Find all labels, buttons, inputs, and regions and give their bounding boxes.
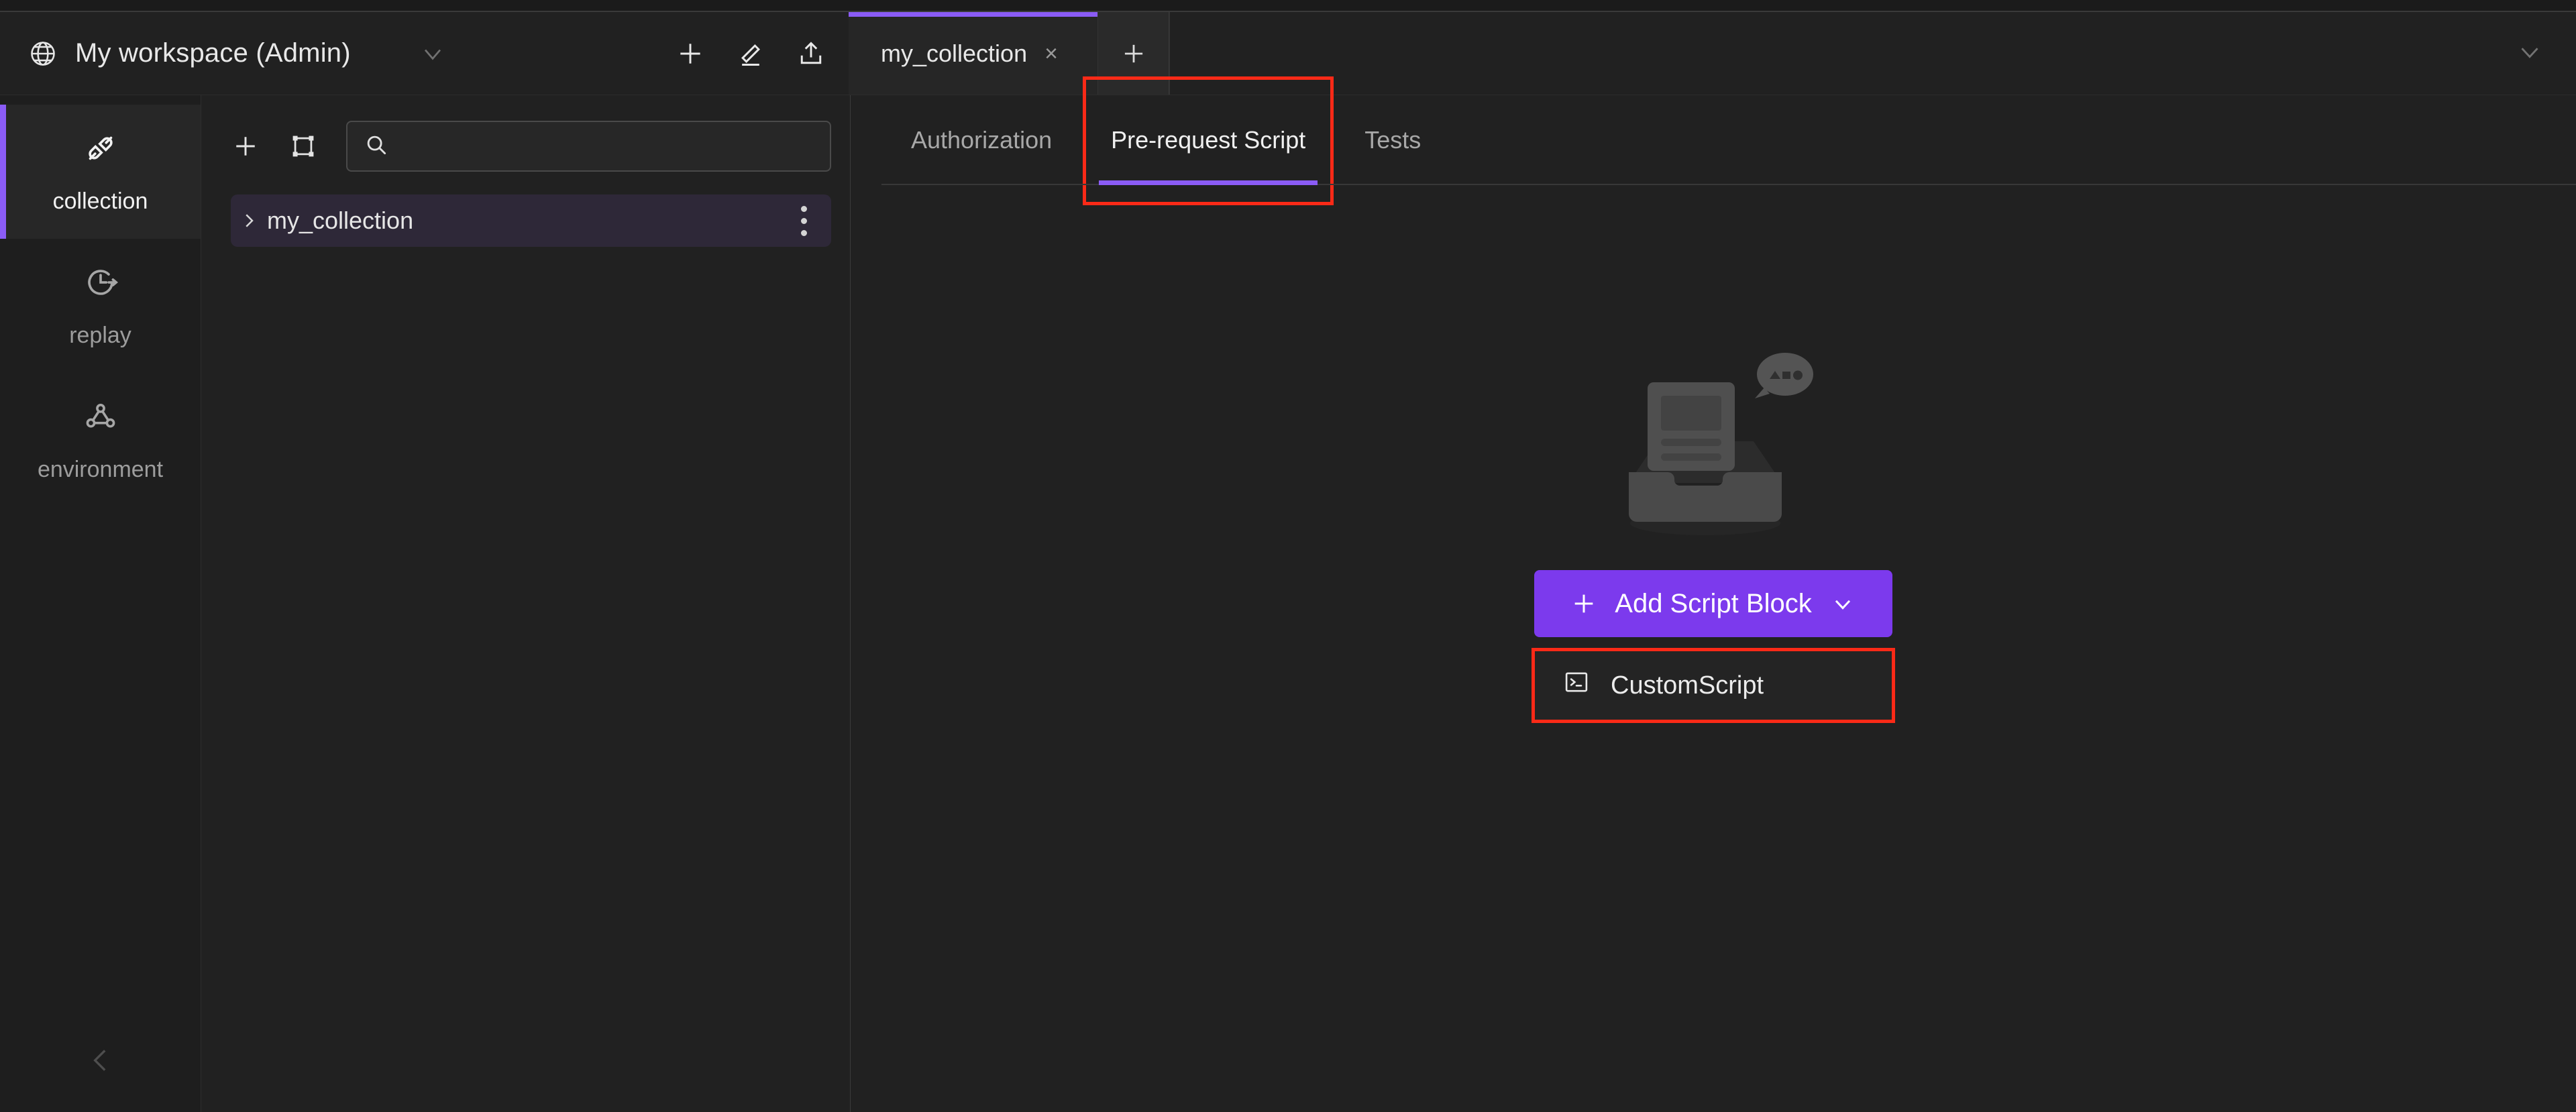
workspace-title: My workspace (Admin) — [75, 38, 351, 68]
tab-overflow-area — [1169, 12, 2576, 95]
active-tab-indicator — [1099, 180, 1318, 185]
terminal-icon — [1562, 668, 1591, 703]
tab-my_collection[interactable]: my_collection × — [849, 12, 1098, 95]
tree-item-label: my_collection — [267, 207, 414, 234]
tree-item-my_collection[interactable]: my_collection — [231, 194, 831, 247]
tab-tests[interactable]: Tests — [1335, 95, 1450, 185]
dropdown-item-customscript[interactable]: CustomScript — [1534, 651, 1892, 720]
add-script-block-button[interactable]: Add Script Block — [1534, 570, 1892, 637]
collection-toolbar — [201, 95, 850, 189]
search-icon — [364, 132, 389, 161]
title-bar — [0, 0, 2576, 11]
collection-tree: my_collection — [201, 189, 850, 247]
activity-rail: collection replay environment — [0, 95, 201, 1112]
chevron-left-icon — [84, 1044, 117, 1080]
app-body: collection replay environment my_collect… — [0, 76, 2576, 1112]
pencil-icon[interactable] — [736, 39, 765, 68]
add-script-block-label: Add Script Block — [1615, 588, 1812, 618]
main-content: Authorization Pre-request Script Tests A… — [851, 76, 2576, 1112]
upper-bar: My workspace (Admin) my_collection × — [0, 11, 2576, 95]
empty-state: Add Script Block CustomScript — [851, 185, 2576, 1112]
script-block-dropdown: CustomScript — [1532, 648, 1895, 723]
tab-label: my_collection — [881, 39, 1028, 67]
tab-label: Tests — [1364, 126, 1421, 154]
node-graph-icon — [81, 397, 120, 439]
collection-panel: my_collection — [201, 95, 851, 1112]
kebab-menu-icon[interactable] — [796, 199, 812, 243]
chevron-right-icon[interactable] — [231, 211, 267, 231]
history-clock-icon — [81, 263, 120, 305]
editor-tab-bar: my_collection × — [849, 11, 2576, 95]
search-box[interactable] — [346, 121, 831, 172]
add-collection-button[interactable] — [231, 131, 260, 161]
globe-icon — [28, 39, 58, 68]
tab-label: Authorization — [911, 126, 1053, 154]
chevron-down-icon[interactable] — [418, 39, 447, 68]
sidebar-item-label: replay — [69, 323, 131, 348]
close-icon[interactable]: × — [1044, 42, 1058, 65]
upload-icon[interactable] — [796, 39, 826, 68]
content-tabs: Authorization Pre-request Script Tests — [851, 76, 2576, 205]
chevron-down-icon — [1829, 590, 1856, 617]
rail-spacer — [0, 507, 201, 1011]
search-input[interactable] — [402, 133, 814, 159]
sidebar-item-label: environment — [37, 457, 164, 482]
sidebar-item-environment[interactable]: environment — [0, 373, 201, 507]
tab-pre-request-script[interactable]: Pre-request Script — [1081, 76, 1335, 205]
workspace-header: My workspace (Admin) — [0, 11, 849, 95]
document-in-tray-illustration — [1599, 341, 1827, 542]
workspace-actions — [676, 39, 826, 68]
chevron-down-icon[interactable] — [2514, 36, 2545, 70]
select-frame-icon[interactable] — [288, 131, 318, 161]
collapse-sidebar-button[interactable] — [0, 1011, 201, 1112]
plus-icon[interactable] — [676, 39, 705, 68]
tab-authorization[interactable]: Authorization — [881, 95, 1081, 185]
dropdown-item-label: CustomScript — [1611, 671, 1764, 700]
sidebar-item-label: collection — [52, 188, 148, 214]
app-window: My workspace (Admin) my_collection × col… — [0, 0, 2576, 1112]
plus-icon — [1570, 590, 1597, 617]
sidebar-item-collection[interactable]: collection — [0, 105, 201, 239]
sidebar-item-replay[interactable]: replay — [0, 239, 201, 373]
plug-connector-icon — [81, 129, 120, 171]
tab-label: Pre-request Script — [1111, 126, 1306, 154]
new-tab-button[interactable] — [1098, 12, 1169, 95]
